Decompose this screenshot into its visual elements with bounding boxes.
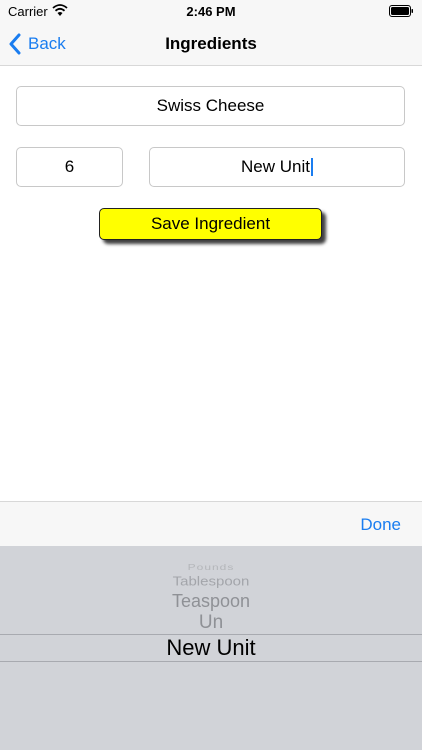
status-time: 2:46 PM [186,4,236,19]
unit-picker[interactable]: Pounds Tablespoon Teaspoon Un New Unit [0,546,422,750]
quantity-field[interactable]: 6 [16,147,123,187]
done-button[interactable]: Done [360,502,401,547]
ingredient-name-value: Swiss Cheese [156,96,265,115]
text-cursor [310,158,313,176]
save-ingredient-label: Save Ingredient [150,214,271,233]
battery-icon [389,5,413,17]
picker-option[interactable]: Pounds [0,562,422,572]
picker-option[interactable]: Tablespoon [0,574,422,588]
picker-selection-bottom-divider [0,661,422,662]
save-ingredient-button[interactable]: Save Ingredient [99,208,322,240]
picker-toolbar: Done [0,501,422,546]
quantity-value: 6 [64,157,75,176]
page-title: Ingredients [165,34,257,53]
picker-selected-option[interactable]: New Unit [0,635,422,661]
status-bar: Carrier 2:46 PM [0,0,422,22]
unit-value: New Unit [241,157,310,176]
ingredient-name-field[interactable]: Swiss Cheese [16,86,405,126]
picker-option[interactable]: Un [0,612,422,634]
picker-option[interactable]: Teaspoon [0,591,422,612]
navigation-bar: Back Ingredients [0,22,422,66]
unit-field[interactable]: New Unit [149,147,405,187]
